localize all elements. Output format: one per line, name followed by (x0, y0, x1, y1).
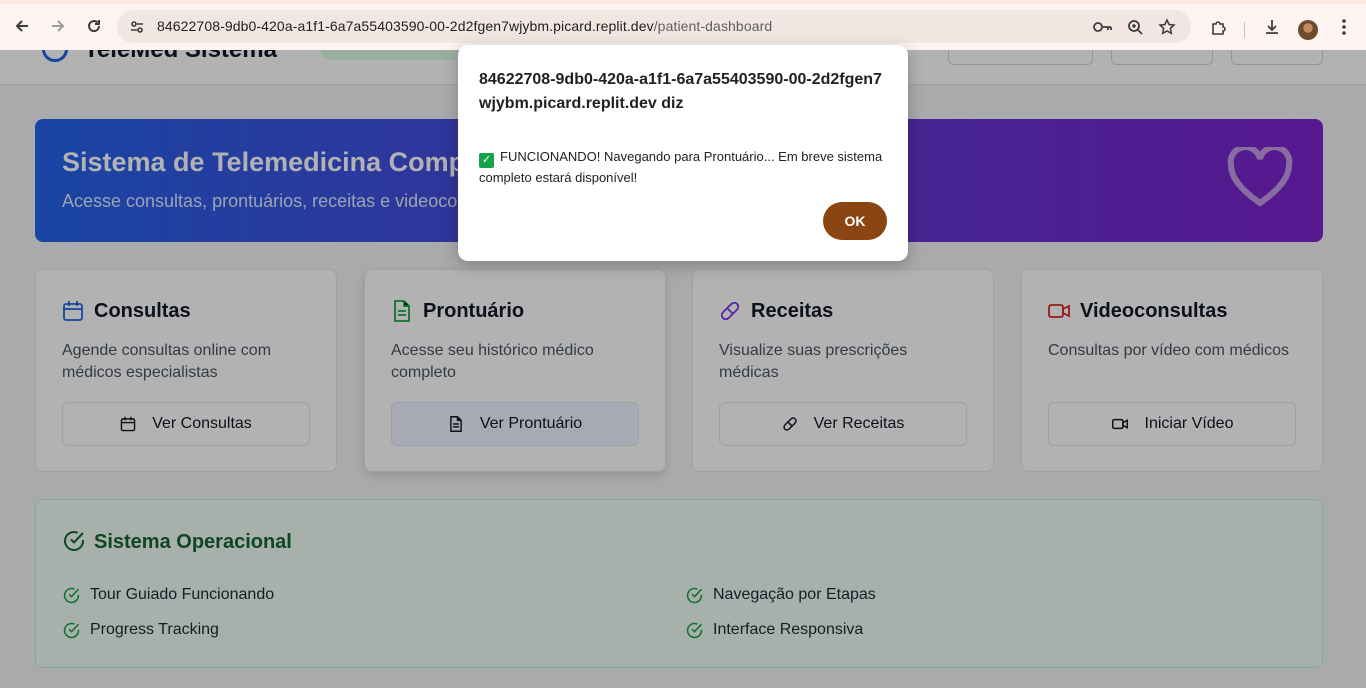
bookmark-star-icon[interactable] (1157, 17, 1177, 37)
profile-avatar[interactable] (1298, 20, 1318, 40)
password-key-icon[interactable] (1093, 17, 1113, 37)
browser-toolbar: 84622708-9db0-420a-a1f1-6a7a55403590-00-… (0, 0, 1366, 50)
reload-icon[interactable] (80, 12, 108, 40)
address-bar[interactable]: 84622708-9db0-420a-a1f1-6a7a55403590-00-… (117, 10, 1191, 43)
dialog-title: 84622708-9db0-420a-a1f1-6a7a55403590-00-… (479, 71, 882, 112)
zoom-icon[interactable] (1125, 17, 1145, 37)
site-info-icon[interactable] (127, 17, 147, 37)
forward-icon[interactable] (44, 12, 72, 40)
back-icon[interactable] (8, 12, 36, 40)
url-text: 84622708-9db0-420a-a1f1-6a7a55403590-00-… (157, 18, 773, 34)
ok-button[interactable]: OK (823, 202, 887, 240)
toolbar-divider (1244, 22, 1245, 38)
download-icon[interactable] (1261, 16, 1283, 38)
check-mark-icon: ✓ (479, 153, 494, 168)
dialog-message: ✓ FUNCIONANDO! Navegando para Prontuário.… (479, 149, 883, 185)
alert-dialog: 84622708-9db0-420a-a1f1-6a7a55403590-00-… (458, 45, 908, 261)
extensions-icon[interactable] (1208, 16, 1230, 38)
menu-icon[interactable] (1333, 16, 1355, 38)
